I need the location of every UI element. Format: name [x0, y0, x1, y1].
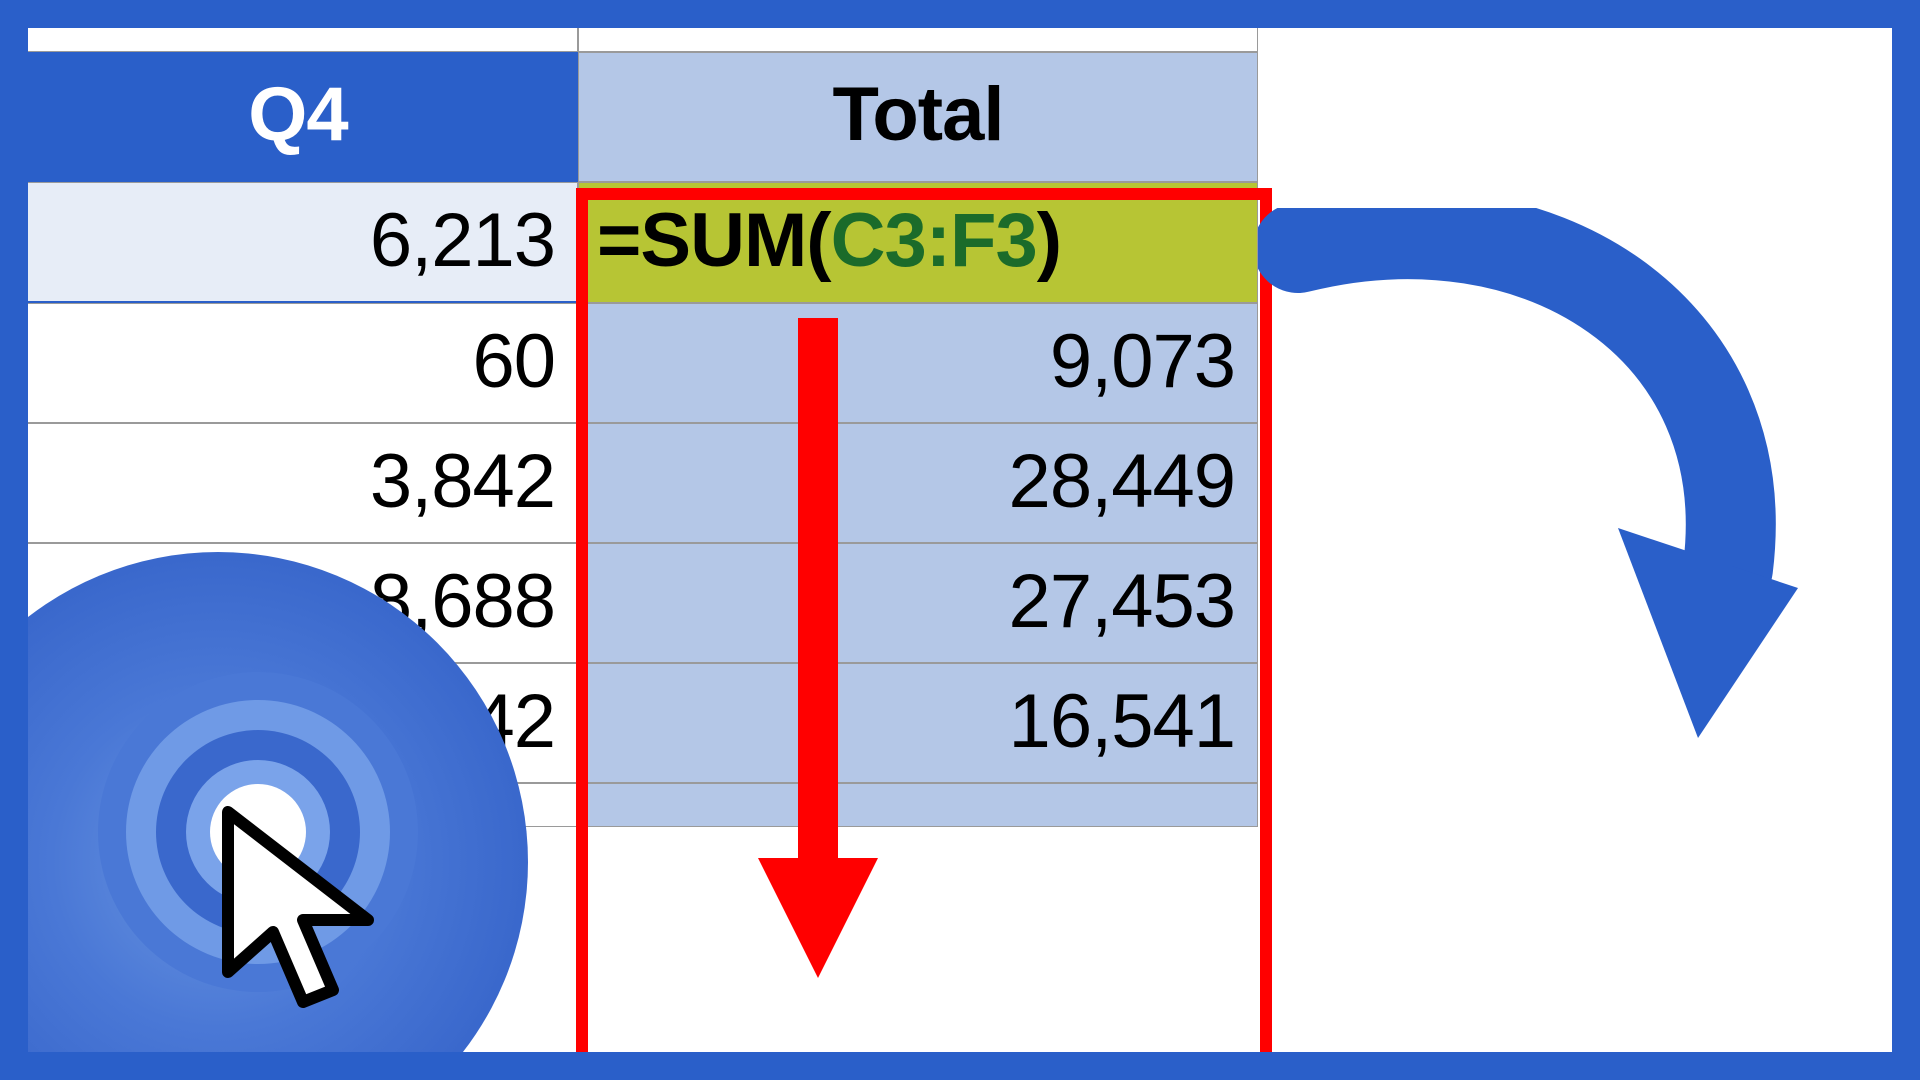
thumbnail-frame: Q4 Total 6,213 =SUM(C3:F3) 60 9,073 3,84… [0, 0, 1920, 1080]
formula-open-paren: ( [806, 198, 830, 283]
cell-total[interactable] [578, 783, 1258, 827]
cell-total[interactable]: 27,453 [578, 543, 1258, 663]
cell-total-formula[interactable]: =SUM(C3:F3) [578, 182, 1258, 303]
table-row: 6,213 =SUM(C3:F3) [28, 182, 1358, 303]
cell-total[interactable]: 9,073 [578, 303, 1258, 423]
formula-close-paren: ) [1037, 198, 1061, 283]
formula-equals: = [597, 198, 640, 283]
formula-function-name: SUM [640, 198, 806, 283]
cell-q4[interactable]: 6,213 [28, 182, 578, 303]
blank-row [28, 28, 1358, 52]
header-row: Q4 Total [28, 52, 1358, 182]
cursor-icon [208, 802, 408, 1022]
col-header-total[interactable]: Total [578, 52, 1258, 182]
cell-q4[interactable]: 3,842 [28, 423, 578, 543]
table-row: 3,842 28,449 [28, 423, 1358, 543]
formula-range-ref: C3:F3 [831, 198, 1037, 283]
cell-total[interactable]: 28,449 [578, 423, 1258, 543]
col-header-q4[interactable]: Q4 [28, 52, 578, 182]
cell-q4[interactable]: 60 [28, 303, 578, 423]
cell-total[interactable]: 16,541 [578, 663, 1258, 783]
inner-canvas: Q4 Total 6,213 =SUM(C3:F3) 60 9,073 3,84… [28, 28, 1892, 1052]
cell-blank-q4[interactable] [28, 28, 578, 52]
table-row: 60 9,073 [28, 303, 1358, 423]
cell-blank-total[interactable] [578, 28, 1258, 52]
